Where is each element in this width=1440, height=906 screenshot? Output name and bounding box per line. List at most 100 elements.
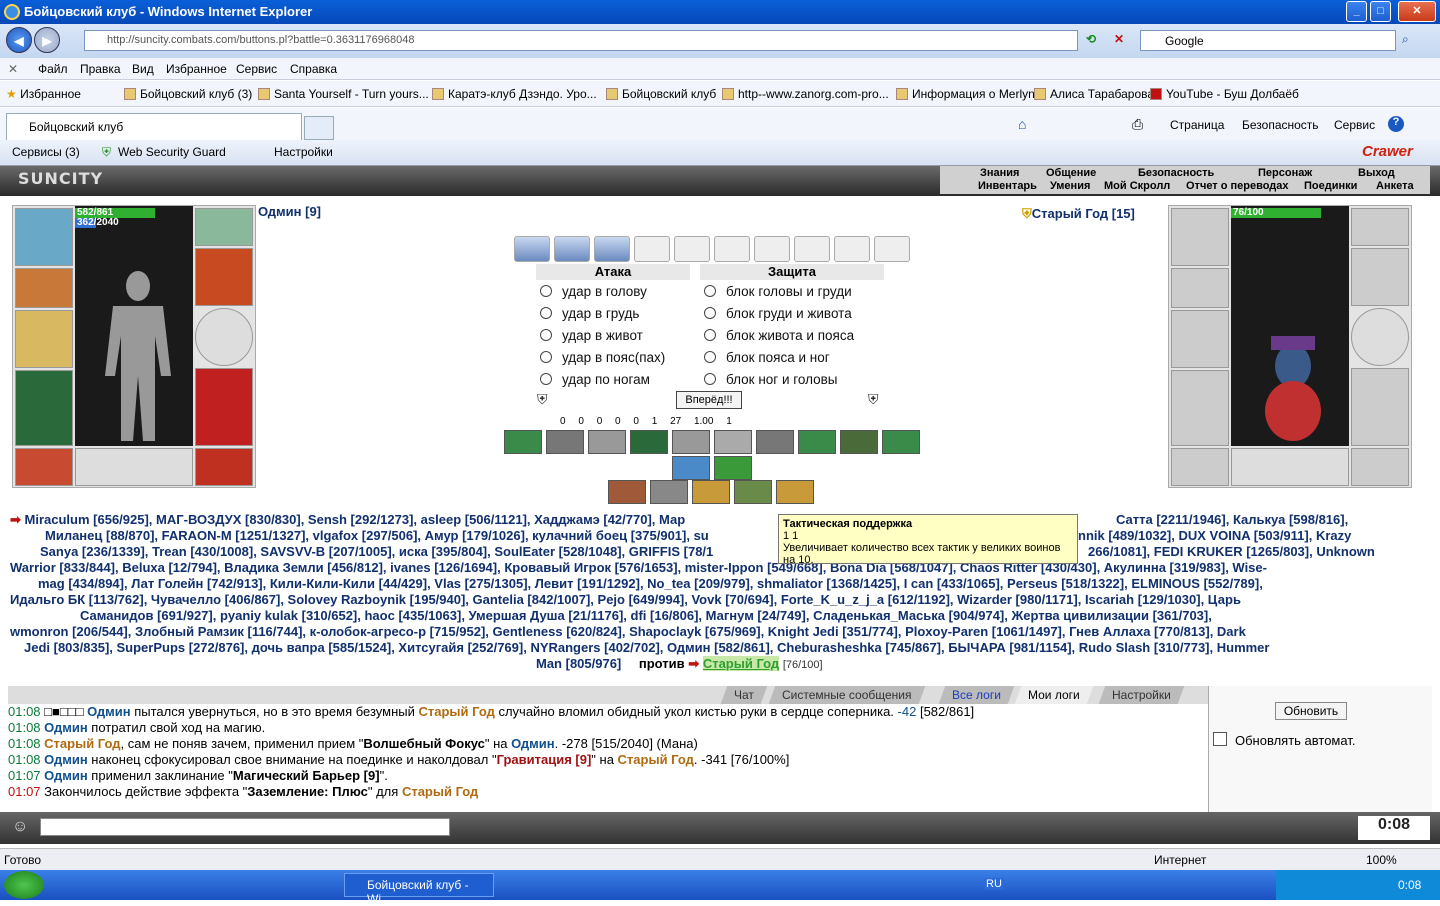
trick-button[interactable] (882, 430, 920, 454)
my-name[interactable]: Одмин [9] (258, 204, 321, 219)
players-line[interactable]: Warrior [833/844], Beluxa [12/794], Влад… (10, 560, 1410, 576)
menu-knowledge[interactable]: Знания (980, 167, 1019, 179)
amulet-slot[interactable] (195, 208, 253, 246)
maximize-button[interactable]: □ (1370, 1, 1391, 22)
players-line[interactable]: Jedi [803/835], SuperPups [272/876], доч… (10, 640, 1410, 656)
radio-button[interactable] (704, 285, 716, 297)
trick-button[interactable] (630, 430, 668, 454)
bracers-slot[interactable] (15, 268, 73, 308)
radio-button[interactable] (540, 285, 552, 297)
tab-active[interactable]: Бойцовский клуб (6, 113, 302, 140)
block-option[interactable]: блок головы и груди (704, 284, 854, 306)
menu-tools[interactable]: Сервис (236, 62, 277, 76)
radio-button[interactable] (704, 307, 716, 319)
players-line[interactable]: 266/1081], FEDI KRUKER [1265/803], Unkno… (1088, 544, 1375, 560)
tab-settings[interactable]: Настройки (1098, 686, 1185, 704)
players-line[interactable]: Саманидов [691/927], pyaniy kulak [310/6… (10, 608, 1410, 624)
settings-menu[interactable]: Настройки (274, 145, 333, 159)
radio-button[interactable] (704, 329, 716, 341)
players-line[interactable]: Идальго БК [113/762], Чувачелло [406/867… (10, 592, 1410, 608)
radio-button[interactable] (540, 307, 552, 319)
armor-slot[interactable] (15, 370, 73, 446)
attack-option[interactable]: удар по ногам (540, 372, 665, 394)
players-line[interactable]: wmonron [206/544], Злобный Рамзик [116/7… (10, 624, 1410, 640)
print-icon[interactable]: ⎙ (1132, 116, 1143, 133)
menu-help[interactable]: Справка (290, 62, 337, 76)
home-icon[interactable]: ⌂ (1018, 116, 1026, 132)
menu-transfers[interactable]: Отчет о переводах (1186, 180, 1289, 192)
helmet-slot[interactable] (15, 208, 73, 266)
magic-scroll[interactable] (514, 236, 550, 262)
radio-button[interactable] (540, 373, 552, 385)
close-button[interactable]: ✕ (1398, 1, 1436, 22)
block-option[interactable]: блок груди и живота (704, 306, 854, 328)
fav-item[interactable]: YouTube - Буш Долбаёб (1150, 87, 1299, 101)
attack-option[interactable]: удар в живот (540, 328, 665, 350)
radio-button[interactable] (540, 351, 552, 363)
attack-option[interactable]: удар в грудь (540, 306, 665, 328)
attack-option[interactable]: удар в голову (540, 284, 665, 306)
tray-clock[interactable]: 0:08 (1398, 878, 1421, 892)
back-button[interactable]: ◀ (6, 27, 32, 53)
radio-button[interactable] (540, 329, 552, 341)
fav-item[interactable]: Бойцовский клуб (3) (124, 87, 252, 101)
new-tab-button[interactable] (304, 116, 334, 140)
magic-scroll[interactable] (554, 236, 590, 262)
shield-slot[interactable] (195, 308, 253, 366)
block-option[interactable]: блок пояса и ног (704, 350, 854, 372)
radio-button[interactable] (704, 373, 716, 385)
players-line[interactable]: Man [805/976] (536, 656, 621, 671)
help-icon[interactable]: ? (1388, 116, 1404, 132)
trick-button[interactable] (546, 430, 584, 454)
spell-button[interactable] (734, 480, 772, 504)
fav-item[interactable]: Информация о Merlyn (896, 87, 1035, 101)
menu-fights[interactable]: Поединки (1304, 180, 1357, 192)
trick-button[interactable] (840, 430, 878, 454)
trick-button[interactable] (588, 430, 626, 454)
players-line[interactable]: nnik [489/1032], DUX VOINA [503/911], Kr… (1078, 528, 1351, 544)
players-line[interactable]: Миланец [88/870], FARAON-M [1251/1327], … (10, 528, 709, 543)
menu-scroll[interactable]: Мой Скролл (1104, 180, 1170, 192)
players-line[interactable]: Сатта [2211/1946], Калькуа [598/816], (1116, 512, 1348, 528)
page-menu[interactable]: Страница (1170, 118, 1224, 132)
players-line[interactable]: Miraculum [656/925], МАГ-ВОЗДУХ [830/830… (25, 512, 686, 527)
trick-button[interactable] (504, 430, 542, 454)
spell-button[interactable] (692, 480, 730, 504)
auto-refresh-checkbox[interactable] (1213, 732, 1227, 746)
trick-button[interactable] (714, 430, 752, 454)
zoom-level[interactable]: 100% (1366, 853, 1397, 867)
chat-icon[interactable]: ☺ (12, 818, 28, 836)
fav-item[interactable]: Алиса Тарабарова (1034, 87, 1154, 101)
right-shield-icon[interactable]: ⛨ (868, 391, 879, 408)
menu-skills[interactable]: Умения (1050, 180, 1090, 192)
spell-button[interactable] (776, 480, 814, 504)
tab-all-logs[interactable]: Все логи (938, 686, 1015, 704)
web-security-menu[interactable]: Web Security Guard (118, 145, 226, 159)
attack-option[interactable]: удар в пояс(пах) (540, 350, 665, 372)
menu-favorites[interactable]: Избранное (166, 62, 227, 76)
chat-input[interactable] (40, 818, 450, 836)
block-option[interactable]: блок живота и пояса (704, 328, 854, 350)
refresh-icon[interactable]: ⟲ (1086, 32, 1096, 46)
enemy-name[interactable]: ⛨Старый Год [15] (1022, 206, 1135, 222)
boots-slot[interactable] (195, 448, 253, 486)
url-field[interactable]: http://suncity.combats.com/buttons.pl?ba… (84, 30, 1078, 51)
belt-slot[interactable] (15, 448, 73, 486)
forward-button[interactable]: ▶ (34, 27, 60, 53)
tab-system[interactable]: Системные сообщения (768, 686, 925, 704)
fav-item[interactable]: Santa Yourself - Turn yours... (258, 87, 429, 101)
menu-character[interactable]: Персонаж (1258, 167, 1312, 179)
enemy-link[interactable]: Старый Год (702, 656, 780, 671)
radio-button[interactable] (704, 351, 716, 363)
safety-menu[interactable]: Безопасность (1242, 118, 1319, 132)
players-line[interactable]: Sanya [236/1339], Trean [430/1008], SAVS… (10, 544, 713, 559)
menu-inventory[interactable]: Инвентарь (978, 180, 1037, 192)
start-button[interactable] (4, 871, 44, 899)
fav-item[interactable]: Бойцовский клуб (606, 87, 716, 101)
menu-communication[interactable]: Общение (1046, 167, 1096, 179)
search-input[interactable]: Google (1140, 30, 1396, 51)
gloves-slot[interactable] (195, 248, 253, 306)
stop-icon[interactable]: ✕ (1114, 32, 1124, 46)
services-menu[interactable]: Сервисы (3) (12, 145, 80, 159)
trick-button[interactable] (714, 456, 752, 480)
